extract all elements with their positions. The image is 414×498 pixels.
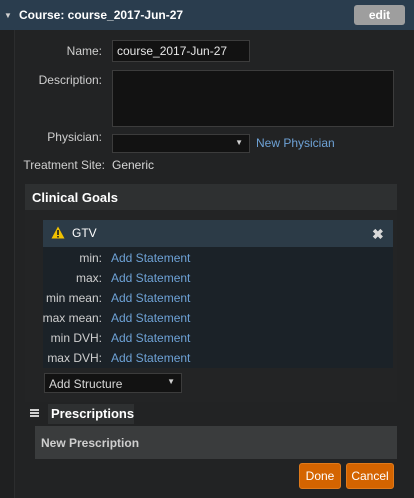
description-textarea[interactable]	[112, 70, 394, 127]
prescriptions-title: Prescriptions	[48, 404, 134, 424]
edit-button[interactable]: edit	[354, 5, 405, 25]
add-statement-max-mean-link[interactable]: Add Statement	[111, 311, 190, 325]
course-title: Course: course_2017-Jun-27	[19, 8, 184, 22]
course-header: ▼ Course: course_2017-Jun-27	[0, 0, 414, 30]
cancel-button[interactable]: Cancel	[346, 463, 394, 489]
name-input[interactable]	[112, 40, 250, 62]
clinical-goals-header: Clinical Goals	[25, 184, 397, 210]
goal-label-max-mean: max mean:	[42, 311, 102, 325]
physician-select[interactable]: ▼	[112, 134, 250, 153]
goal-label-max-dvh: max DVH:	[47, 351, 102, 365]
add-statement-max-link[interactable]: Add Statement	[111, 271, 190, 285]
collapse-triangle-icon[interactable]: ▼	[0, 11, 16, 20]
done-button[interactable]: Done	[299, 463, 341, 489]
chevron-down-icon: ▼	[235, 138, 243, 147]
add-structure-select[interactable]: Add Structure ▼	[44, 373, 182, 393]
goal-label-min-dvh: min DVH:	[50, 331, 102, 345]
description-label: Description:	[38, 73, 102, 87]
add-statement-max-dvh-link[interactable]: Add Statement	[111, 351, 190, 365]
warning-icon	[51, 226, 65, 239]
physician-label: Physician:	[47, 130, 102, 144]
new-physician-link[interactable]: New Physician	[256, 136, 335, 150]
goal-label-min-mean: min mean:	[45, 291, 102, 305]
goal-label-min: min:	[79, 251, 102, 265]
structure-name: GTV	[72, 226, 97, 240]
add-statement-min-mean-link[interactable]: Add Statement	[111, 291, 190, 305]
new-prescription-button[interactable]: New Prescription	[35, 426, 397, 459]
treatment-site-value: Generic	[112, 158, 155, 172]
add-statement-min-link[interactable]: Add Statement	[111, 251, 190, 265]
goal-label-max: max:	[75, 271, 102, 285]
name-label: Name:	[66, 44, 102, 58]
close-icon[interactable]: ✖	[372, 226, 384, 243]
treatment-site-label: Treatment Site:	[23, 158, 105, 172]
add-statement-min-dvh-link[interactable]: Add Statement	[111, 331, 190, 345]
chevron-down-icon: ▼	[167, 377, 175, 386]
add-structure-label: Add Structure	[49, 377, 123, 391]
list-icon[interactable]	[30, 409, 39, 417]
